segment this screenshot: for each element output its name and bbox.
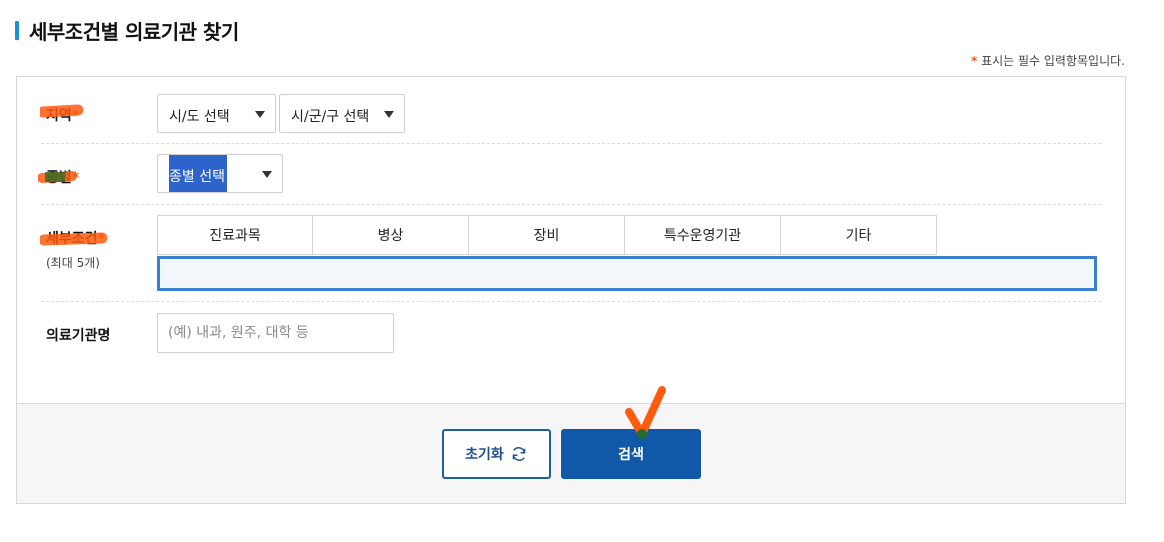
row-divider — [41, 204, 1101, 205]
reset-button-label: 초기화 — [465, 447, 504, 463]
region-required-star: * — [71, 108, 80, 124]
hospital-name-label: 의료기관명 — [46, 328, 111, 344]
hospital-name-input[interactable] — [157, 313, 394, 353]
page-title: 세부조건별 의료기관 찾기 — [29, 20, 239, 44]
conditions-required-star: * — [97, 231, 105, 247]
search-button[interactable]: 검색 — [561, 429, 701, 479]
required-note: * 표시는 필수 입력항목입니다. — [971, 52, 1125, 69]
tab-equipment[interactable]: 장비 — [469, 215, 625, 255]
refresh-icon — [512, 447, 526, 461]
type-label-text: 종별 — [46, 170, 72, 186]
conditions-label: 세부조건* — [46, 228, 105, 248]
tab-beds[interactable]: 병상 — [313, 215, 469, 255]
sigungu-select-value: 시/군/구 선택 — [291, 109, 370, 125]
region-label: 지역* — [46, 105, 79, 125]
sido-select-value: 시/도 선택 — [169, 109, 230, 125]
type-required-star: * — [71, 170, 80, 186]
region-label-text: 지역 — [46, 108, 72, 124]
chevron-down-icon — [384, 111, 394, 118]
conditions-selection-box[interactable] — [157, 256, 1097, 291]
conditions-max-note: (최대 5개) — [46, 256, 100, 270]
required-note-text: 표시는 필수 입력항목입니다. — [977, 54, 1125, 68]
reset-button[interactable]: 초기화 — [442, 429, 551, 479]
search-form-panel: 지역* 시/도 선택 시/군/구 선택 종별* 종별 선택 세부조건* (최대 … — [16, 76, 1126, 504]
conditions-tabs: 진료과목 병상 장비 특수운영기관 기타 — [157, 215, 937, 255]
conditions-label-text: 세부조건 — [46, 231, 98, 247]
tab-special-institution[interactable]: 특수운영기관 — [625, 215, 781, 255]
type-label: 종별* — [46, 167, 79, 187]
row-divider — [41, 143, 1101, 144]
row-divider — [41, 301, 1101, 302]
tab-department[interactable]: 진료과목 — [157, 215, 313, 255]
sigungu-select[interactable]: 시/군/구 선택 — [279, 94, 405, 133]
chevron-down-icon — [262, 171, 272, 178]
title-accent-bar — [15, 21, 19, 40]
sido-select[interactable]: 시/도 선택 — [157, 94, 276, 133]
page-root: 세부조건별 의료기관 찾기 * 표시는 필수 입력항목입니다. 지역* 시/도 … — [0, 0, 1164, 542]
type-select[interactable]: 종별 선택 — [157, 154, 283, 193]
tab-etc[interactable]: 기타 — [781, 215, 937, 255]
chevron-down-icon — [255, 111, 265, 118]
type-select-value: 종별 선택 — [169, 169, 225, 185]
